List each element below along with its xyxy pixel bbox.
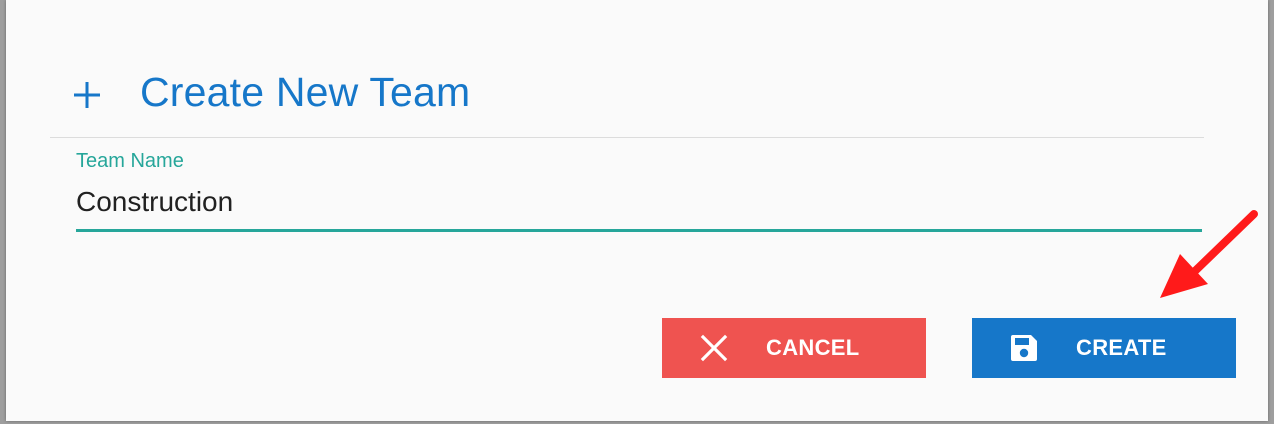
create-team-dialog: Create New Team Team Name CANCEL CREATE	[6, 0, 1268, 421]
cancel-button[interactable]: CANCEL	[662, 318, 926, 378]
cancel-button-label: CANCEL	[766, 335, 860, 360]
header-divider	[50, 137, 1204, 138]
create-button[interactable]: CREATE	[972, 318, 1236, 378]
team-name-underline	[76, 229, 1202, 232]
red-arrow-pointer	[1160, 210, 1258, 298]
team-name-input[interactable]	[76, 180, 1202, 224]
dialog-title: Create New Team	[140, 68, 471, 115]
team-name-field: Team Name	[76, 150, 1202, 234]
create-button-label: CREATE	[1076, 335, 1167, 360]
team-name-label: Team Name	[76, 150, 184, 172]
save-icon	[1011, 335, 1037, 361]
close-icon	[700, 334, 728, 362]
dialog-header: Create New Team	[70, 62, 470, 122]
plus-icon	[74, 82, 100, 108]
